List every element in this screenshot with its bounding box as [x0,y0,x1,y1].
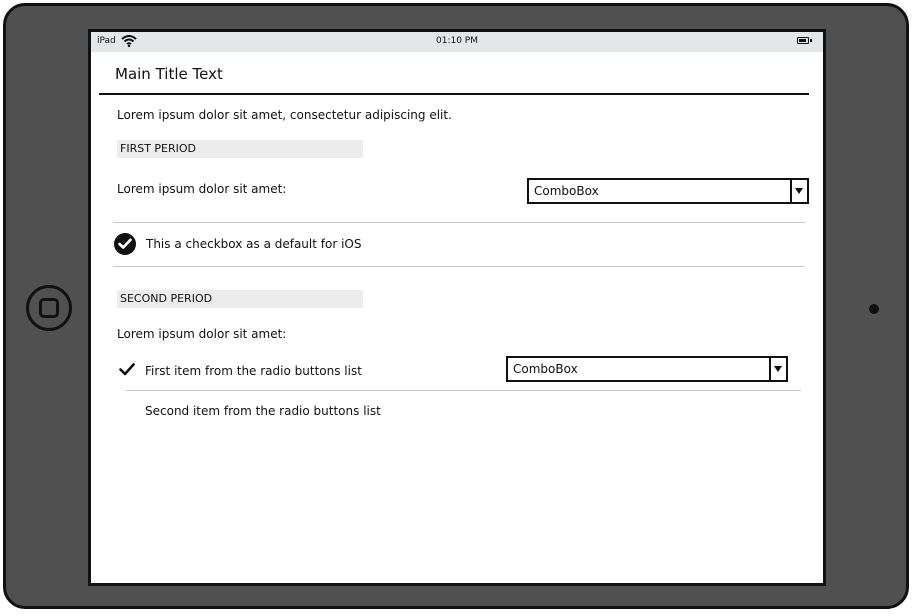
divider [113,266,805,267]
checkbox-label[interactable]: This a checkbox as a default for iOS [146,237,361,251]
checkmark-icon [119,363,135,376]
radio-item-first[interactable]: First item from the radio buttons list [145,364,362,378]
combobox-value: ComboBox [513,362,578,376]
status-bar: iPad 01:10 PM [91,32,823,52]
radio-item-second[interactable]: Second item from the radio buttons list [145,404,381,418]
intro-text: Lorem ipsum dolor sit amet, consectetur … [117,108,452,122]
second-period-header: SECOND PERIOD [117,290,363,308]
home-button[interactable] [26,285,72,331]
second-period-combobox[interactable]: ComboBox [506,356,788,382]
first-period-combobox[interactable]: ComboBox [527,178,809,204]
home-button-icon [39,298,59,318]
second-period-field-label: Lorem ipsum dolor sit amet: [117,327,287,341]
divider [113,222,805,223]
divider [126,390,801,391]
first-period-header: FIRST PERIOD [117,140,363,158]
title-bar: Main Title Text [99,52,809,95]
first-period-field-label: Lorem ipsum dolor sit amet: [117,182,287,196]
combobox-value: ComboBox [534,184,599,198]
chevron-down-icon[interactable] [790,180,807,202]
page-title: Main Title Text [115,65,223,83]
screen: iPad 01:10 PM Main Title Text Lorem ipsu… [88,29,826,586]
battery-icon [797,37,812,44]
checkbox-checked-icon[interactable] [114,233,136,255]
camera-icon [869,304,879,314]
chevron-down-icon[interactable] [769,358,786,380]
status-time: 01:10 PM [436,36,478,46]
